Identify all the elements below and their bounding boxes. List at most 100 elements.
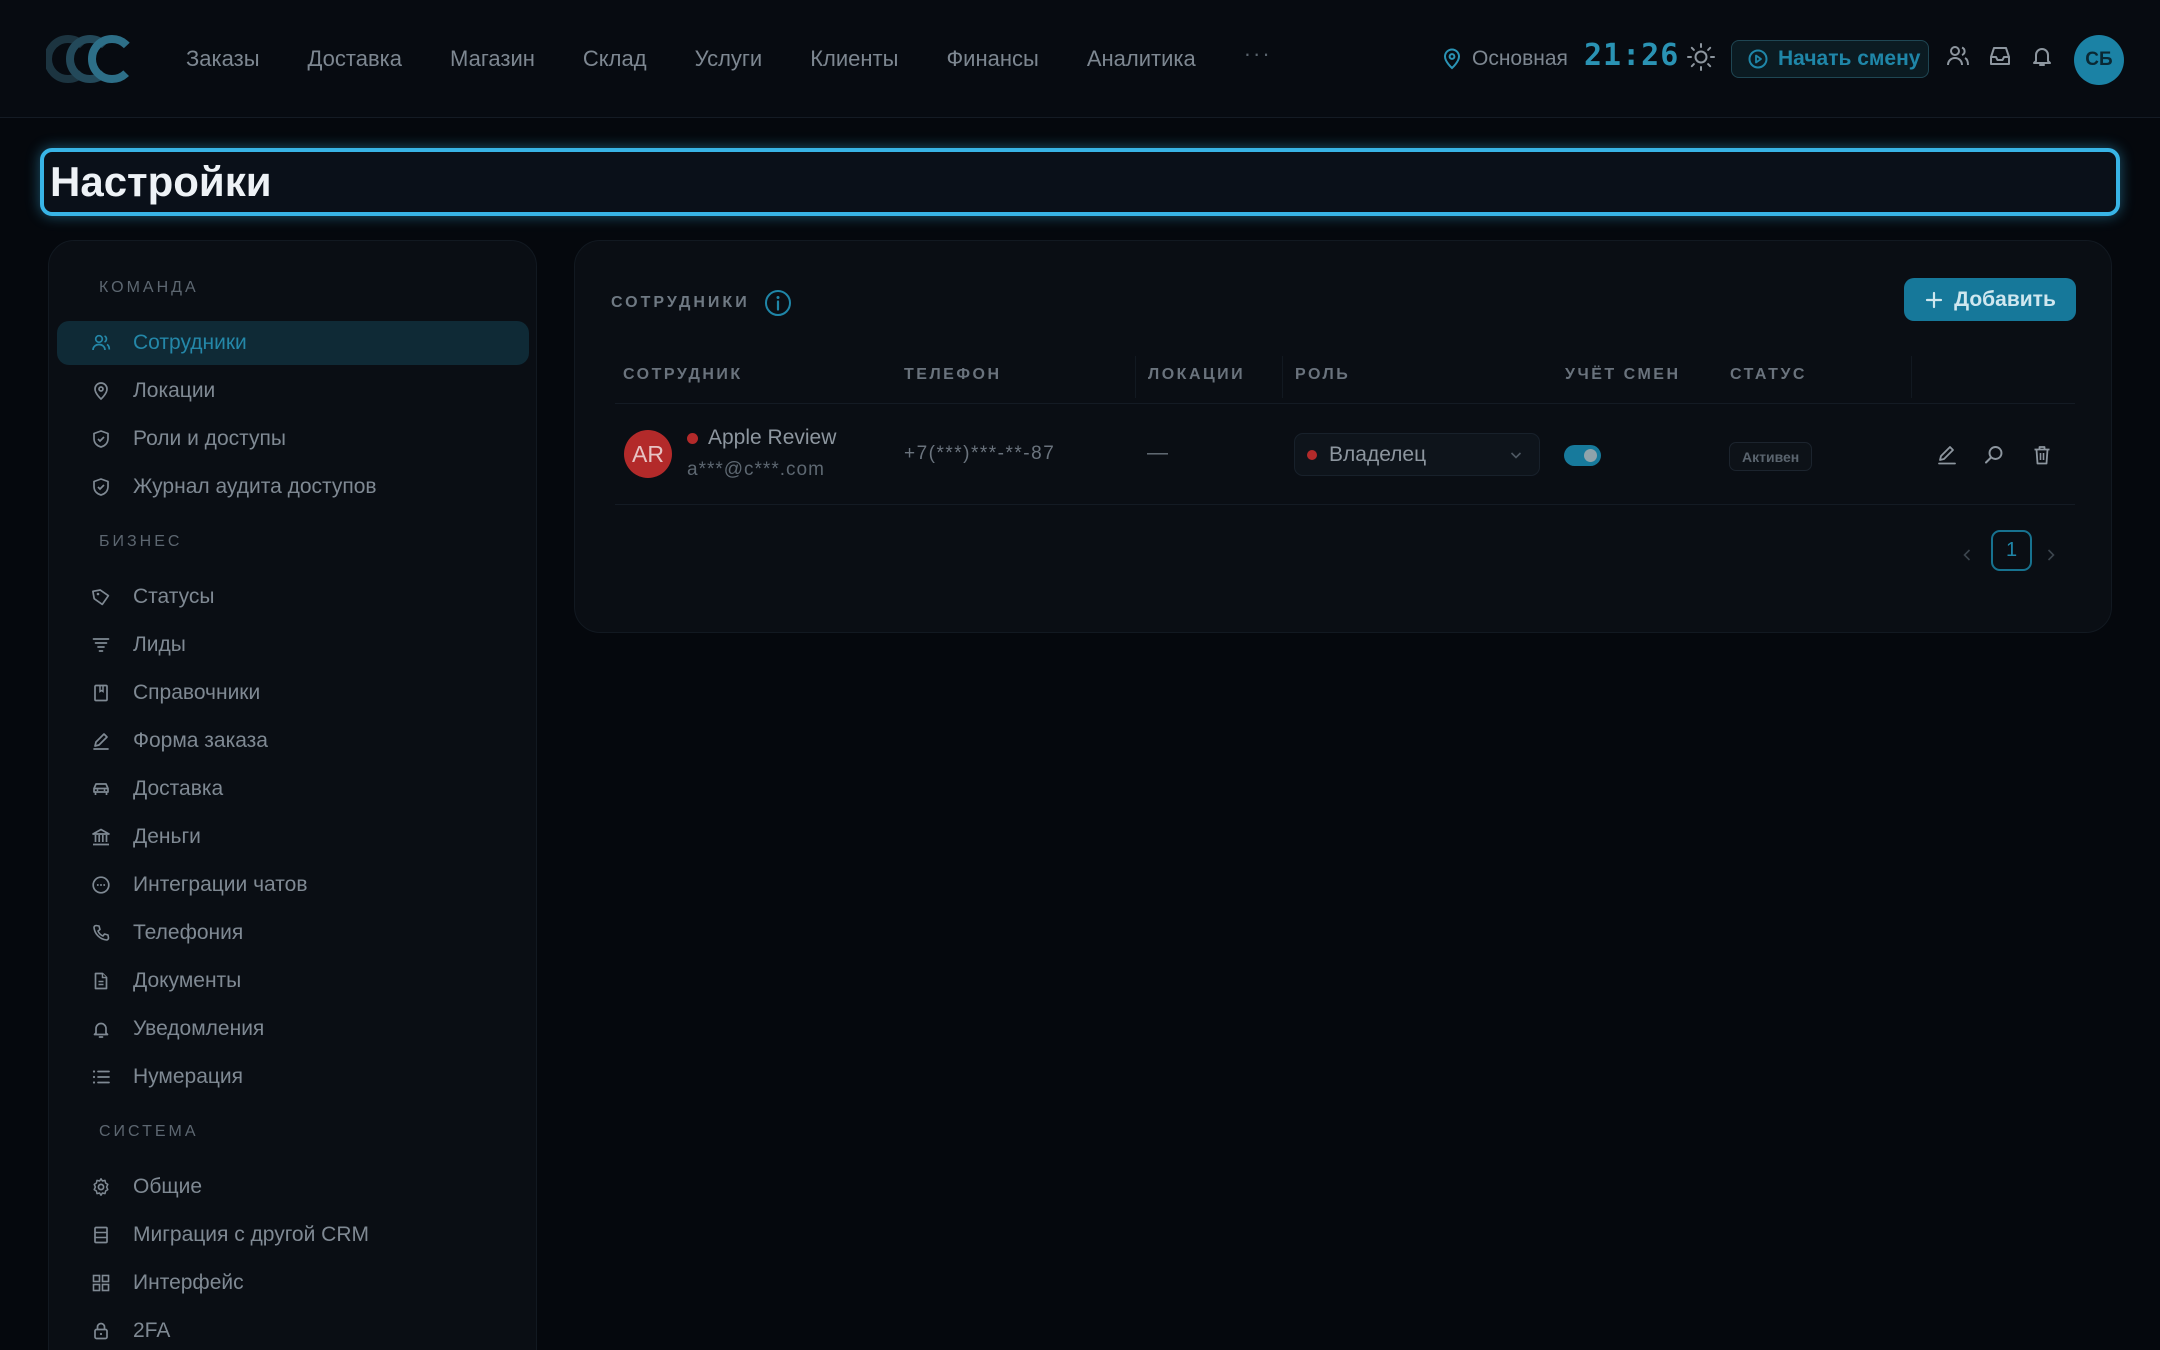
chevron-right-icon[interactable] [2045, 548, 2057, 562]
sidebar-item-label: Справочники [133, 681, 261, 704]
phone-icon [91, 923, 111, 943]
shift-tracking-toggle[interactable] [1564, 445, 1601, 466]
column-divider [1135, 356, 1136, 398]
sidebar-item-label: Журнал аудита доступов [133, 475, 377, 498]
sidebar-item-label: Уведомления [133, 1017, 265, 1040]
column-header-phone[interactable]: ТЕЛЕФОН [904, 366, 1002, 384]
employees-header: СОТРУДНИКИ [611, 289, 792, 317]
logo[interactable] [46, 34, 134, 84]
nav-services[interactable]: Услуги [695, 46, 763, 72]
section-title-system: СИСТЕМА [99, 1123, 199, 1140]
location-name: Основная [1472, 47, 1568, 70]
pagination-page[interactable]: 1 [1991, 530, 2032, 571]
top-bar: Заказы Доставка Магазин Склад Услуги Кли… [0, 0, 2160, 118]
offline-status-dot [687, 432, 698, 444]
sidebar-item-notifications[interactable]: Уведомления [57, 1007, 529, 1051]
users-icon [91, 333, 111, 353]
table-row-divider [615, 504, 2075, 505]
location-selector[interactable]: Основная [1442, 44, 1568, 74]
nav-orders[interactable]: Заказы [186, 46, 260, 72]
employee-name: Apple Review [708, 426, 837, 449]
sidebar-item-leads[interactable]: Лиды [57, 623, 529, 667]
sidebar-item-label: Нумерация [133, 1065, 244, 1088]
sidebar-item-interface[interactable]: Интерфейс [57, 1261, 529, 1305]
clock: 21:26 [1584, 38, 1680, 73]
section-title-team: КОМАНДА [99, 279, 199, 296]
employee-phone: +7(***)***-**-87 [904, 443, 1056, 464]
pen-icon [91, 731, 111, 751]
team-icon[interactable] [1946, 44, 1970, 68]
status-badge: Активен [1729, 442, 1813, 471]
sidebar-item-label: Доставка [133, 777, 224, 800]
start-shift-button[interactable]: Начать смену [1731, 40, 1929, 78]
sidebar-item-label: Деньги [133, 825, 201, 848]
list-icon [91, 1067, 111, 1087]
gear-icon [91, 1177, 111, 1197]
user-avatar[interactable]: СБ [2074, 35, 2124, 85]
sidebar-item-2fa[interactable]: 2FA [57, 1309, 529, 1350]
nav-warehouse[interactable]: Склад [583, 46, 647, 72]
column-header-shift-tracking[interactable]: УЧЁТ СМЕН [1565, 366, 1681, 384]
sidebar-item-telephony[interactable]: Телефония [57, 911, 529, 955]
sidebar-item-audit-log[interactable]: Журнал аудита доступов [57, 465, 529, 509]
nav-delivery[interactable]: Доставка [308, 46, 402, 72]
bell-icon [91, 1019, 111, 1039]
sidebar-item-documents[interactable]: Документы [57, 959, 529, 1003]
sidebar-item-label: Общие [133, 1175, 203, 1198]
column-header-locations[interactable]: ЛОКАЦИИ [1148, 366, 1245, 384]
sidebar-item-order-form[interactable]: Форма заказа [57, 719, 529, 763]
bank-icon [91, 827, 111, 847]
table-header-divider [615, 403, 2075, 404]
column-header-status[interactable]: СТАТУС [1730, 366, 1807, 384]
sidebar-item-crm-migration[interactable]: Миграция с другой CRM [57, 1213, 529, 1257]
database-icon [91, 1225, 111, 1245]
search-icon[interactable] [1983, 444, 2005, 466]
sidebar-item-directories[interactable]: Справочники [57, 671, 529, 715]
grid-icon [91, 1273, 111, 1293]
sidebar-item-statuses[interactable]: Статусы [57, 575, 529, 619]
column-header-employee[interactable]: СОТРУДНИК [623, 366, 743, 384]
trash-icon[interactable] [2031, 444, 2053, 466]
role-select[interactable]: Владелец [1294, 433, 1540, 476]
bell-icon[interactable] [2030, 44, 2054, 68]
theme-toggle-sun-icon[interactable] [1686, 42, 1716, 72]
sidebar-item-label: Миграция с другой CRM [133, 1223, 370, 1246]
edit-icon[interactable] [1936, 444, 1958, 466]
employee-email: a***@c***.com [687, 459, 825, 480]
sidebar-item-label: Интеграции чатов [133, 873, 308, 896]
inbox-icon[interactable] [1988, 44, 2012, 68]
sidebar-item-label: Документы [133, 969, 242, 992]
sidebar-item-employees[interactable]: Сотрудники [57, 321, 529, 365]
column-header-role[interactable]: РОЛЬ [1295, 366, 1350, 384]
sidebar-item-general[interactable]: Общие [57, 1165, 529, 1209]
sidebar-item-label: Сотрудники [133, 331, 247, 354]
tag-icon [91, 587, 111, 607]
nav-analytics[interactable]: Аналитика [1087, 46, 1196, 72]
sidebar-item-label: Роли и доступы [133, 427, 286, 450]
lock-icon [91, 1321, 111, 1341]
shield-icon [91, 429, 111, 449]
sidebar-item-roles[interactable]: Роли и доступы [57, 417, 529, 461]
sidebar-item-money[interactable]: Деньги [57, 815, 529, 859]
nav-more-button[interactable]: ··· [1244, 41, 1272, 67]
employees-card: СОТРУДНИКИ Добавить СОТРУДНИК ТЕЛЕФОН ЛО… [574, 240, 2112, 633]
employees-title: СОТРУДНИКИ [611, 294, 750, 311]
sidebar-item-label: Статусы [133, 585, 215, 608]
chevron-left-icon[interactable] [1961, 548, 1973, 562]
info-icon[interactable] [764, 289, 792, 317]
nav-shop[interactable]: Магазин [450, 46, 535, 72]
map-pin-icon [1442, 48, 1462, 70]
employee-name-cell[interactable]: Apple Review [687, 426, 836, 450]
add-employee-button[interactable]: Добавить [1904, 278, 2076, 321]
nav-finance[interactable]: Финансы [946, 46, 1038, 72]
nav-clients[interactable]: Клиенты [810, 46, 898, 72]
map-pin-icon [91, 381, 111, 401]
sidebar-item-chat-integrations[interactable]: Интеграции чатов [57, 863, 529, 907]
employee-locations: — [1147, 441, 1168, 464]
document-icon [91, 971, 111, 991]
sidebar-item-numbering[interactable]: Нумерация [57, 1055, 529, 1099]
car-icon [91, 779, 111, 799]
sidebar-item-delivery[interactable]: Доставка [57, 767, 529, 811]
sidebar-item-locations[interactable]: Локации [57, 369, 529, 413]
sidebar-item-label: Лиды [133, 633, 186, 656]
